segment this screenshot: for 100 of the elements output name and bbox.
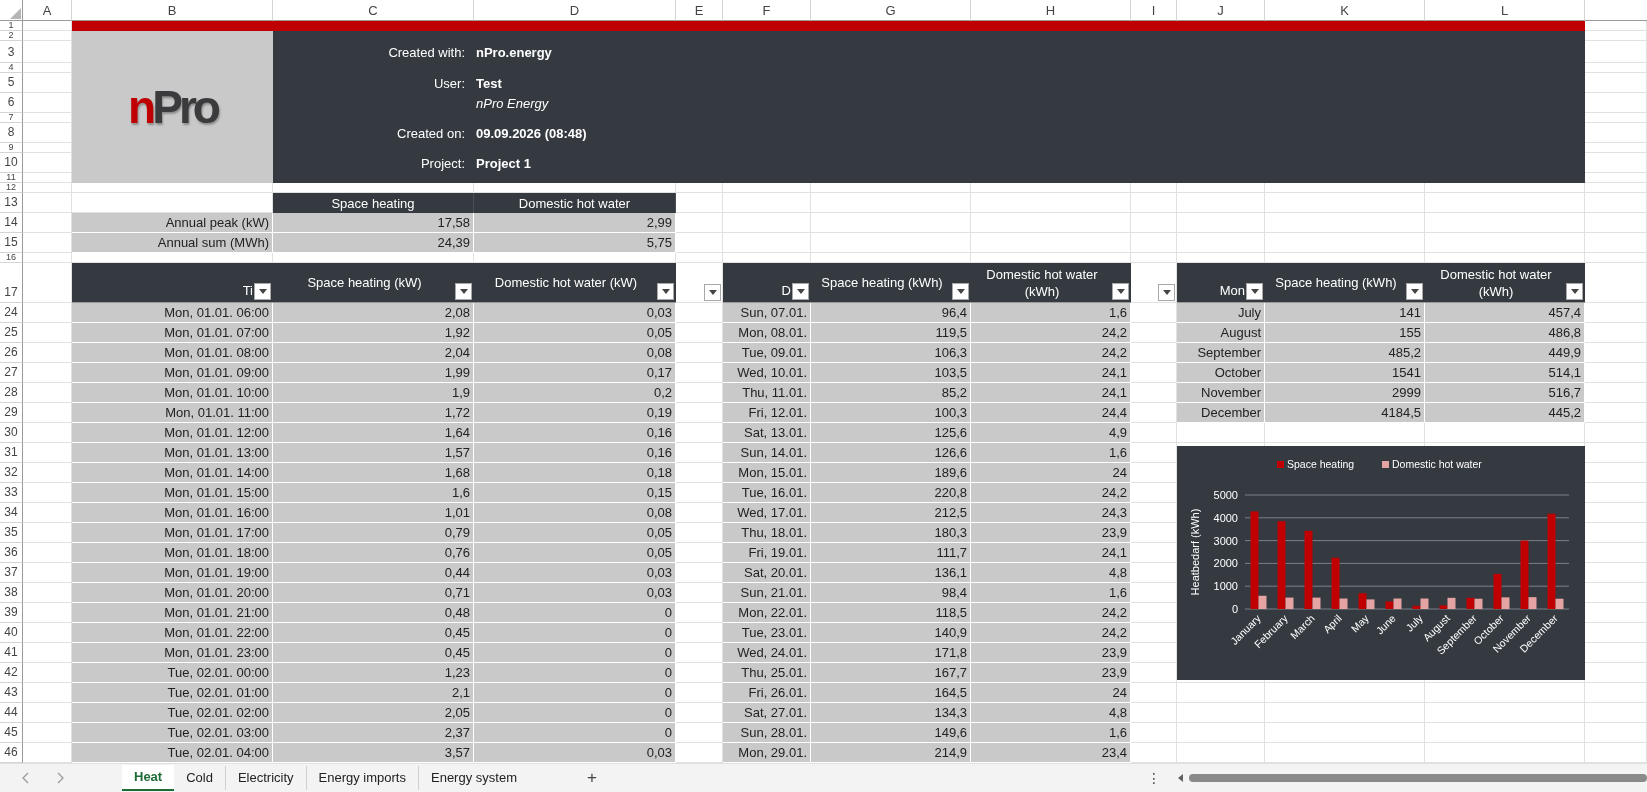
table-cell: July [1177, 303, 1265, 323]
table-cell: 0,15 [474, 483, 676, 503]
table-cell: 1,01 [273, 503, 474, 523]
filter-button[interactable] [1158, 284, 1175, 301]
table-cell: Mon, 01.01. 20:00 [72, 583, 273, 603]
row-number[interactable]: 7 [0, 113, 23, 123]
table-cell: Tue, 02.01. 00:00 [72, 663, 273, 683]
legend-swatch [1277, 461, 1284, 468]
axis-tick-label: 1000 [1213, 580, 1238, 593]
table-cell: Sun, 28.01. [723, 723, 811, 743]
table-cell: Mon, 01.01. 16:00 [72, 503, 273, 523]
more-button[interactable]: ⋮ [1143, 770, 1165, 786]
table-cell: 103,5 [811, 363, 971, 383]
info-label: Project: [419, 154, 466, 173]
filter-button[interactable] [657, 283, 674, 300]
table-cell: 24,2 [971, 623, 1131, 643]
sheet-tab[interactable]: Electricity [225, 766, 307, 790]
table-cell: 5,75 [474, 233, 676, 253]
table-cell: Mon, 01.01. 14:00 [72, 463, 273, 483]
axis-tick-label: 0 [1231, 603, 1238, 615]
table-cell: Mon, 15.01. [723, 463, 811, 483]
filter-button[interactable] [704, 284, 721, 301]
table-cell: 0 [474, 683, 676, 703]
table-cell: Sat, 20.01. [723, 563, 811, 583]
table-cell: Mon, 01.01. 06:00 [72, 303, 273, 323]
table-header: Domestic hot water [474, 193, 676, 213]
table-header: Domestic hot water (kW) [474, 263, 676, 303]
sheet-tab[interactable]: Energy system [419, 766, 529, 790]
info-value: 09.09.2026 (08:48) [475, 124, 588, 143]
table-cell: Wed, 10.01. [723, 363, 811, 383]
sheet-tab[interactable]: Cold [174, 766, 226, 790]
table-cell: 106,3 [811, 343, 971, 363]
table-cell: Tue, 02.01. 01:00 [72, 683, 273, 703]
filter-button[interactable] [792, 283, 809, 300]
table-cell: 4,9 [971, 423, 1131, 443]
table-cell: 2,05 [273, 703, 474, 723]
table-header: Space heating (kWh) [811, 263, 971, 303]
row-label: Annual peak (kW) [72, 213, 273, 233]
table-cell: November [1177, 383, 1265, 403]
table-cell: 457,4 [1425, 303, 1585, 323]
table-cell: 0,08 [474, 503, 676, 523]
filter-button[interactable] [1406, 283, 1423, 300]
filter-button[interactable] [952, 283, 969, 300]
info-label: Created with: [387, 43, 466, 62]
table-cell: October [1177, 363, 1265, 383]
horizontal-scrollbar[interactable] [1177, 772, 1647, 784]
table-cell: 516,7 [1425, 383, 1585, 403]
table-cell: 24,3 [971, 503, 1131, 523]
table-header: Ti [72, 263, 273, 303]
legend-swatch [1382, 461, 1389, 468]
row-number[interactable]: 2 [0, 31, 23, 41]
table-cell: 0,2 [474, 383, 676, 403]
row-number[interactable]: 9 [0, 143, 23, 153]
filter-button[interactable] [1112, 283, 1129, 300]
table-cell: Wed, 24.01. [723, 643, 811, 663]
table-cell: 24,2 [971, 603, 1131, 623]
filter-button[interactable] [1566, 283, 1583, 300]
table-cell: 136,1 [811, 563, 971, 583]
sheet-tab[interactable]: Energy imports [306, 766, 419, 790]
table-cell: 23,9 [971, 643, 1131, 663]
table-cell: August [1177, 323, 1265, 343]
table-cell: 24,1 [971, 543, 1131, 563]
table-cell: Mon, 01.01. 07:00 [72, 323, 273, 343]
bar [1466, 597, 1475, 609]
add-sheet-button[interactable]: + [580, 768, 603, 788]
table-cell: 1,9 [273, 383, 474, 403]
filter-button[interactable] [1246, 283, 1263, 300]
table-cell: 2,37 [273, 723, 474, 743]
table-cell: 0 [474, 603, 676, 623]
table-cell: 23,9 [971, 663, 1131, 683]
row-number[interactable]: 11 [0, 173, 23, 183]
info-label: Created on: [396, 124, 466, 143]
sheet-tab[interactable]: Heat [122, 765, 175, 791]
table-cell: 0,05 [474, 543, 676, 563]
table-cell: Thu, 18.01. [723, 523, 811, 543]
table-cell: Mon, 01.01. 22:00 [72, 623, 273, 643]
table-cell: 149,6 [811, 723, 971, 743]
table-cell: Sun, 21.01. [723, 583, 811, 603]
axis-title: Heatbedarf (kWh) [1189, 508, 1201, 596]
table-cell: 4,8 [971, 563, 1131, 583]
table-cell: 164,5 [811, 683, 971, 703]
table-cell: 0,79 [273, 523, 474, 543]
table-cell: 24,1 [971, 383, 1131, 403]
table-cell: Tue, 23.01. [723, 623, 811, 643]
row-number[interactable]: 4 [0, 63, 23, 73]
table-cell: 0 [474, 703, 676, 723]
table-header: Domestic hot water (kWh) [971, 263, 1131, 303]
bar [1393, 598, 1402, 609]
table-cell: Mon, 01.01. 09:00 [72, 363, 273, 383]
filter-button[interactable] [455, 283, 472, 300]
table-cell: Tue, 02.01. 03:00 [72, 723, 273, 743]
table-cell: 96,4 [811, 303, 971, 323]
table-cell: Mon, 08.01. [723, 323, 811, 343]
table-cell: 111,7 [811, 543, 971, 563]
table-cell: Mon, 01.01. 17:00 [72, 523, 273, 543]
row-number[interactable]: 1 [0, 21, 23, 31]
table-cell: Mon, 01.01. 12:00 [72, 423, 273, 443]
filter-button[interactable] [254, 283, 271, 300]
table-cell: 0,03 [474, 583, 676, 603]
table-header: Space heating [273, 193, 474, 213]
